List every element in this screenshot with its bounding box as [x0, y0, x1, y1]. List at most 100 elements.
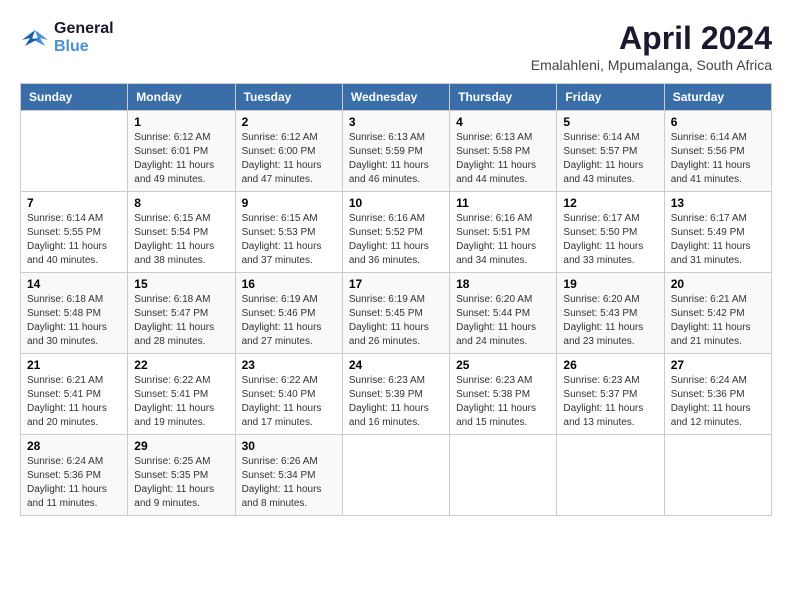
day-detail: Sunrise: 6:14 AMSunset: 5:55 PMDaylight:…: [27, 212, 121, 268]
day-number: 20: [671, 277, 765, 291]
page-header: GeneralBlue April 2024 Emalahleni, Mpuma…: [20, 20, 772, 73]
day-number: 13: [671, 196, 765, 210]
page-title: April 2024: [531, 20, 772, 57]
day-detail: Sunrise: 6:19 AMSunset: 5:46 PMDaylight:…: [242, 293, 336, 349]
calendar-cell: 10 Sunrise: 6:16 AMSunset: 5:52 PMDaylig…: [342, 192, 449, 273]
calendar-week-5: 28 Sunrise: 6:24 AMSunset: 5:36 PMDaylig…: [21, 435, 772, 516]
day-detail: Sunrise: 6:20 AMSunset: 5:44 PMDaylight:…: [456, 293, 550, 349]
calendar-week-1: 1 Sunrise: 6:12 AMSunset: 6:01 PMDayligh…: [21, 111, 772, 192]
day-number: 28: [27, 439, 121, 453]
calendar-cell: 6 Sunrise: 6:14 AMSunset: 5:56 PMDayligh…: [664, 111, 771, 192]
calendar-cell: 16 Sunrise: 6:19 AMSunset: 5:46 PMDaylig…: [235, 273, 342, 354]
header-thursday: Thursday: [450, 84, 557, 111]
calendar-cell: 27 Sunrise: 6:24 AMSunset: 5:36 PMDaylig…: [664, 354, 771, 435]
calendar-cell: [450, 435, 557, 516]
logo-text: GeneralBlue: [54, 20, 114, 55]
day-detail: Sunrise: 6:17 AMSunset: 5:49 PMDaylight:…: [671, 212, 765, 268]
day-detail: Sunrise: 6:19 AMSunset: 5:45 PMDaylight:…: [349, 293, 443, 349]
day-detail: Sunrise: 6:13 AMSunset: 5:58 PMDaylight:…: [456, 131, 550, 187]
day-detail: Sunrise: 6:12 AMSunset: 6:01 PMDaylight:…: [134, 131, 228, 187]
calendar-cell: 12 Sunrise: 6:17 AMSunset: 5:50 PMDaylig…: [557, 192, 664, 273]
header-friday: Friday: [557, 84, 664, 111]
calendar-cell: 18 Sunrise: 6:20 AMSunset: 5:44 PMDaylig…: [450, 273, 557, 354]
day-number: 30: [242, 439, 336, 453]
calendar-week-4: 21 Sunrise: 6:21 AMSunset: 5:41 PMDaylig…: [21, 354, 772, 435]
day-number: 24: [349, 358, 443, 372]
day-detail: Sunrise: 6:15 AMSunset: 5:54 PMDaylight:…: [134, 212, 228, 268]
calendar-cell: 22 Sunrise: 6:22 AMSunset: 5:41 PMDaylig…: [128, 354, 235, 435]
calendar-cell: [21, 111, 128, 192]
day-detail: Sunrise: 6:17 AMSunset: 5:50 PMDaylight:…: [563, 212, 657, 268]
day-detail: Sunrise: 6:14 AMSunset: 5:57 PMDaylight:…: [563, 131, 657, 187]
calendar-cell: 4 Sunrise: 6:13 AMSunset: 5:58 PMDayligh…: [450, 111, 557, 192]
day-number: 22: [134, 358, 228, 372]
day-number: 26: [563, 358, 657, 372]
calendar-cell: 11 Sunrise: 6:16 AMSunset: 5:51 PMDaylig…: [450, 192, 557, 273]
calendar-cell: 5 Sunrise: 6:14 AMSunset: 5:57 PMDayligh…: [557, 111, 664, 192]
day-number: 17: [349, 277, 443, 291]
day-number: 27: [671, 358, 765, 372]
day-detail: Sunrise: 6:24 AMSunset: 5:36 PMDaylight:…: [27, 455, 121, 511]
day-number: 25: [456, 358, 550, 372]
calendar-week-2: 7 Sunrise: 6:14 AMSunset: 5:55 PMDayligh…: [21, 192, 772, 273]
logo: GeneralBlue: [20, 20, 114, 56]
calendar-cell: 20 Sunrise: 6:21 AMSunset: 5:42 PMDaylig…: [664, 273, 771, 354]
day-number: 10: [349, 196, 443, 210]
calendar-cell: 25 Sunrise: 6:23 AMSunset: 5:38 PMDaylig…: [450, 354, 557, 435]
day-detail: Sunrise: 6:20 AMSunset: 5:43 PMDaylight:…: [563, 293, 657, 349]
day-detail: Sunrise: 6:12 AMSunset: 6:00 PMDaylight:…: [242, 131, 336, 187]
day-detail: Sunrise: 6:18 AMSunset: 5:47 PMDaylight:…: [134, 293, 228, 349]
day-detail: Sunrise: 6:14 AMSunset: 5:56 PMDaylight:…: [671, 131, 765, 187]
day-number: 29: [134, 439, 228, 453]
calendar-week-3: 14 Sunrise: 6:18 AMSunset: 5:48 PMDaylig…: [21, 273, 772, 354]
day-detail: Sunrise: 6:18 AMSunset: 5:48 PMDaylight:…: [27, 293, 121, 349]
day-number: 14: [27, 277, 121, 291]
day-number: 6: [671, 115, 765, 129]
day-number: 19: [563, 277, 657, 291]
title-block: April 2024 Emalahleni, Mpumalanga, South…: [531, 20, 772, 73]
calendar-header-row: SundayMondayTuesdayWednesdayThursdayFrid…: [21, 84, 772, 111]
day-number: 23: [242, 358, 336, 372]
day-number: 9: [242, 196, 336, 210]
calendar-cell: 9 Sunrise: 6:15 AMSunset: 5:53 PMDayligh…: [235, 192, 342, 273]
day-number: 3: [349, 115, 443, 129]
calendar-cell: 24 Sunrise: 6:23 AMSunset: 5:39 PMDaylig…: [342, 354, 449, 435]
calendar-cell: 28 Sunrise: 6:24 AMSunset: 5:36 PMDaylig…: [21, 435, 128, 516]
day-number: 21: [27, 358, 121, 372]
calendar-cell: 8 Sunrise: 6:15 AMSunset: 5:54 PMDayligh…: [128, 192, 235, 273]
day-detail: Sunrise: 6:15 AMSunset: 5:53 PMDaylight:…: [242, 212, 336, 268]
calendar-cell: 26 Sunrise: 6:23 AMSunset: 5:37 PMDaylig…: [557, 354, 664, 435]
calendar-table: SundayMondayTuesdayWednesdayThursdayFrid…: [20, 83, 772, 516]
day-detail: Sunrise: 6:16 AMSunset: 5:51 PMDaylight:…: [456, 212, 550, 268]
calendar-cell: 13 Sunrise: 6:17 AMSunset: 5:49 PMDaylig…: [664, 192, 771, 273]
calendar-cell: 30 Sunrise: 6:26 AMSunset: 5:34 PMDaylig…: [235, 435, 342, 516]
calendar-cell: 17 Sunrise: 6:19 AMSunset: 5:45 PMDaylig…: [342, 273, 449, 354]
calendar-cell: 14 Sunrise: 6:18 AMSunset: 5:48 PMDaylig…: [21, 273, 128, 354]
day-number: 8: [134, 196, 228, 210]
calendar-cell: 7 Sunrise: 6:14 AMSunset: 5:55 PMDayligh…: [21, 192, 128, 273]
day-detail: Sunrise: 6:24 AMSunset: 5:36 PMDaylight:…: [671, 374, 765, 430]
day-detail: Sunrise: 6:21 AMSunset: 5:42 PMDaylight:…: [671, 293, 765, 349]
calendar-cell: 19 Sunrise: 6:20 AMSunset: 5:43 PMDaylig…: [557, 273, 664, 354]
calendar-cell: 15 Sunrise: 6:18 AMSunset: 5:47 PMDaylig…: [128, 273, 235, 354]
header-saturday: Saturday: [664, 84, 771, 111]
header-wednesday: Wednesday: [342, 84, 449, 111]
day-detail: Sunrise: 6:21 AMSunset: 5:41 PMDaylight:…: [27, 374, 121, 430]
logo-icon: [20, 26, 50, 50]
calendar-cell: 2 Sunrise: 6:12 AMSunset: 6:00 PMDayligh…: [235, 111, 342, 192]
day-number: 2: [242, 115, 336, 129]
day-number: 1: [134, 115, 228, 129]
calendar-cell: 23 Sunrise: 6:22 AMSunset: 5:40 PMDaylig…: [235, 354, 342, 435]
day-number: 5: [563, 115, 657, 129]
day-number: 11: [456, 196, 550, 210]
day-detail: Sunrise: 6:22 AMSunset: 5:41 PMDaylight:…: [134, 374, 228, 430]
day-number: 15: [134, 277, 228, 291]
day-number: 18: [456, 277, 550, 291]
day-detail: Sunrise: 6:23 AMSunset: 5:37 PMDaylight:…: [563, 374, 657, 430]
page-subtitle: Emalahleni, Mpumalanga, South Africa: [531, 57, 772, 73]
calendar-cell: [342, 435, 449, 516]
day-detail: Sunrise: 6:26 AMSunset: 5:34 PMDaylight:…: [242, 455, 336, 511]
day-detail: Sunrise: 6:23 AMSunset: 5:39 PMDaylight:…: [349, 374, 443, 430]
day-number: 7: [27, 196, 121, 210]
calendar-cell: 21 Sunrise: 6:21 AMSunset: 5:41 PMDaylig…: [21, 354, 128, 435]
